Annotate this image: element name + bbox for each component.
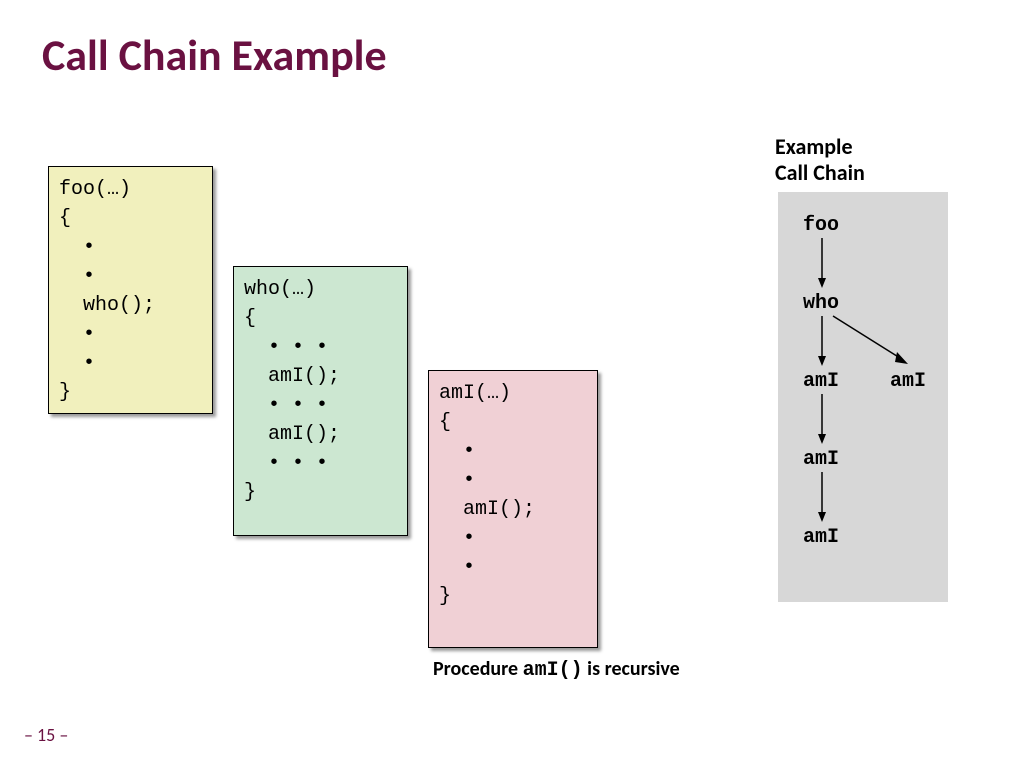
arrow-icon [818, 472, 826, 522]
chain-label-line1: Example [775, 133, 853, 160]
code-box-foo: foo(…) { • • who(); • • } [48, 166, 213, 414]
chain-foo: foo [803, 214, 839, 237]
note-mono: amI() [523, 659, 583, 682]
chain-amI-left: amI [803, 370, 839, 393]
call-chain-box: foo who amI amI amI amI [778, 192, 948, 602]
arrow-icon [818, 394, 826, 444]
arrow-diagonal-icon [828, 316, 918, 368]
arrow-icon [818, 238, 826, 288]
arrow-icon [818, 316, 826, 366]
chain-label-line2: Call Chain [775, 159, 865, 186]
slide-title: Call Chain Example [42, 28, 387, 82]
chain-amI-2: amI [803, 448, 839, 471]
recursive-note: Procedure amI() is recursive [433, 657, 680, 682]
code-box-who: who(…) { • • • amI(); • • • amI(); • • •… [233, 266, 408, 536]
note-suffix: is recursive [583, 657, 680, 681]
chain-amI-right: amI [890, 370, 926, 393]
chain-label: Example Call Chain [775, 134, 865, 187]
page-number: – 15 – [24, 724, 68, 746]
chain-who: who [803, 292, 839, 315]
note-prefix: Procedure [433, 657, 523, 681]
chain-amI-3: amI [803, 526, 839, 549]
code-box-amI: amI(…) { • • amI(); • • } [428, 370, 598, 648]
